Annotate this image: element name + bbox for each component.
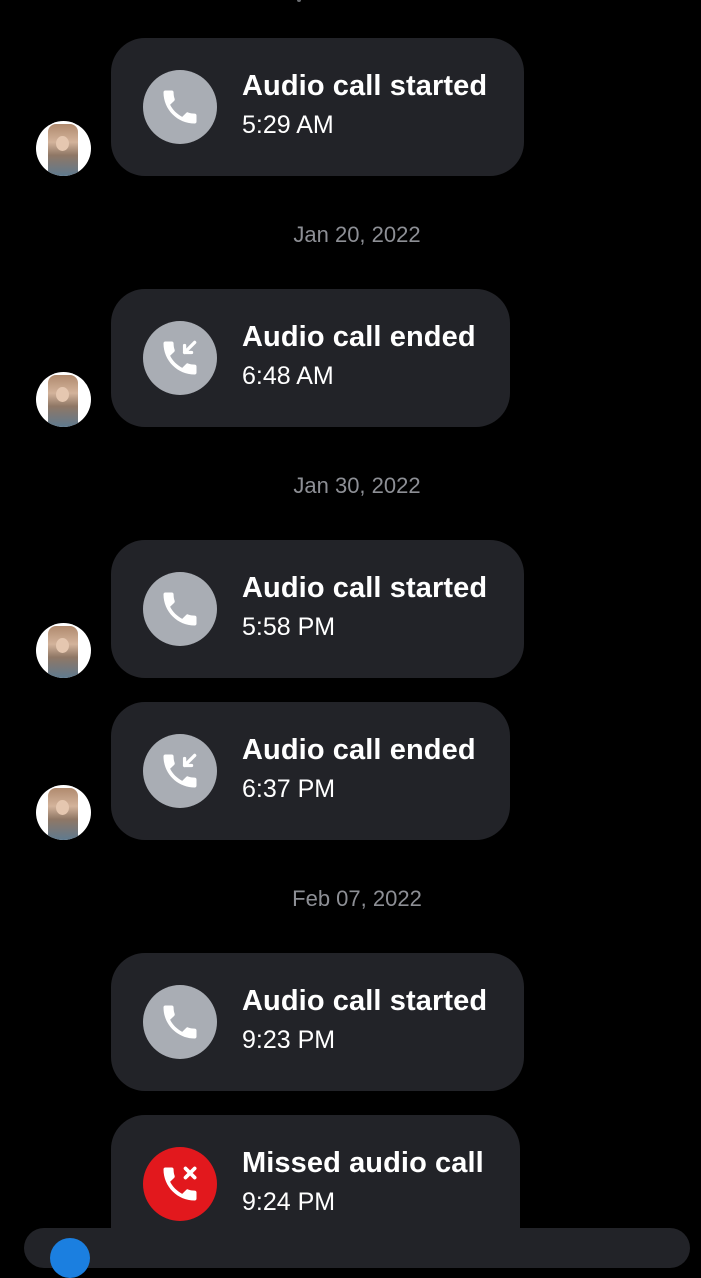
- call-title: Audio call ended: [242, 321, 476, 353]
- call-message[interactable]: Audio call started 9:23 PM: [111, 953, 524, 1091]
- call-title: Audio call started: [242, 70, 488, 102]
- call-title: Missed audio call: [242, 1147, 484, 1179]
- contact-avatar[interactable]: [36, 372, 91, 427]
- call-message[interactable]: Audio call started 5:29 AM: [111, 38, 524, 176]
- call-time: 9:23 PM: [242, 1026, 336, 1054]
- date-separator: Jan 30, 2022: [293, 473, 421, 498]
- scroll-indicator: [297, 0, 301, 2]
- call-message[interactable]: Audio call ended 6:37 PM: [111, 702, 510, 840]
- date-separator: Feb 07, 2022: [292, 886, 422, 911]
- call-time: 5:58 PM: [242, 613, 336, 641]
- call-time: 6:48 AM: [242, 362, 334, 390]
- contact-avatar[interactable]: [36, 623, 91, 678]
- date-separator: Jan 20, 2022: [293, 222, 421, 247]
- call-message[interactable]: Audio call ended 6:48 AM: [111, 289, 510, 427]
- phone-missed-icon: [143, 1147, 217, 1221]
- call-time: 5:29 AM: [242, 111, 334, 139]
- call-title: Audio call started: [242, 985, 488, 1017]
- phone-icon: [143, 572, 217, 646]
- call-time: 9:24 PM: [242, 1188, 336, 1216]
- call-time: 6:37 PM: [242, 775, 336, 803]
- phone-incoming-icon: [143, 734, 217, 808]
- call-title: Audio call ended: [242, 734, 476, 766]
- call-message[interactable]: Audio call started 5:58 PM: [111, 540, 524, 678]
- phone-incoming-icon: [143, 321, 217, 395]
- phone-icon: [143, 985, 217, 1059]
- message-composer[interactable]: [24, 1228, 690, 1278]
- contact-avatar[interactable]: [36, 121, 91, 176]
- call-message[interactable]: Missed audio call 9:24 PM: [111, 1115, 520, 1246]
- composer-action-button[interactable]: [50, 1238, 90, 1278]
- phone-icon: [143, 70, 217, 144]
- call-title: Audio call started: [242, 572, 488, 604]
- conversation-thread[interactable]: Audio call started 5:29 AM Jan 20, 2022 …: [0, 0, 701, 1278]
- contact-avatar[interactable]: [36, 785, 91, 840]
